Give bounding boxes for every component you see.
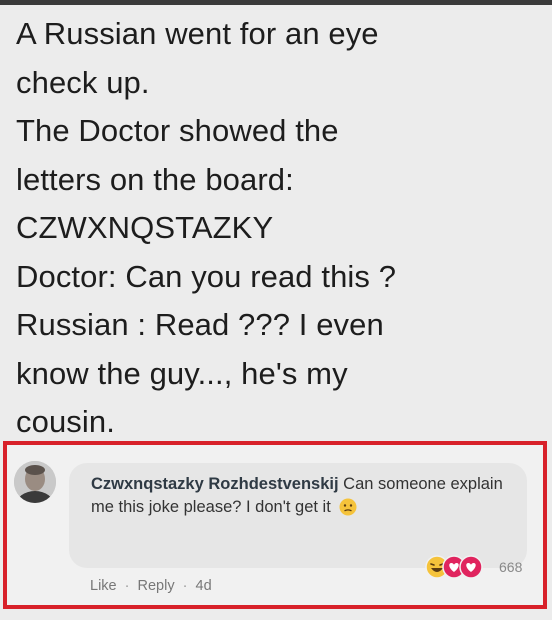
like-link[interactable]: Like: [90, 578, 117, 594]
comment-timestamp[interactable]: 4d: [196, 578, 212, 594]
comment-bubble: Czwxnqstazky Rozhdestvenskij Can someone…: [69, 463, 527, 568]
commenter-name[interactable]: Czwxnqstazky Rozhdestvenskij: [91, 475, 339, 493]
post-line: know the guy..., he's my: [16, 355, 348, 391]
commenter-avatar[interactable]: [14, 461, 56, 503]
post-line: letters on the board:: [16, 161, 294, 197]
post-line: Doctor: Can you read this ?: [16, 258, 397, 294]
heart-icon: [459, 555, 483, 579]
confused-face-icon: [339, 498, 357, 523]
separator: ·: [124, 578, 130, 594]
comment-body: Czwxnqstazky Rozhdestvenskij Can someone…: [91, 473, 511, 523]
separator: ·: [182, 578, 188, 594]
post-line: The Doctor showed the: [16, 113, 339, 148]
post-line: A Russian went for an eye: [16, 16, 379, 51]
post-line: Russian : Read ??? I even: [16, 307, 384, 342]
post-line: CZWXNQSTAZKY: [16, 210, 274, 245]
post-line: cousin.: [16, 404, 115, 439]
comment-actions: Like · Reply · 4d: [90, 578, 212, 594]
reply-link[interactable]: Reply: [138, 578, 175, 594]
reaction-count: 668: [499, 559, 523, 575]
highlighted-comment: Czwxnqstazky Rozhdestvenskij Can someone…: [3, 441, 547, 609]
post-line: check up.: [16, 64, 150, 100]
joke-post-text: A Russian went for an eye check up. The …: [16, 10, 541, 447]
top-border-strip: [0, 0, 552, 5]
